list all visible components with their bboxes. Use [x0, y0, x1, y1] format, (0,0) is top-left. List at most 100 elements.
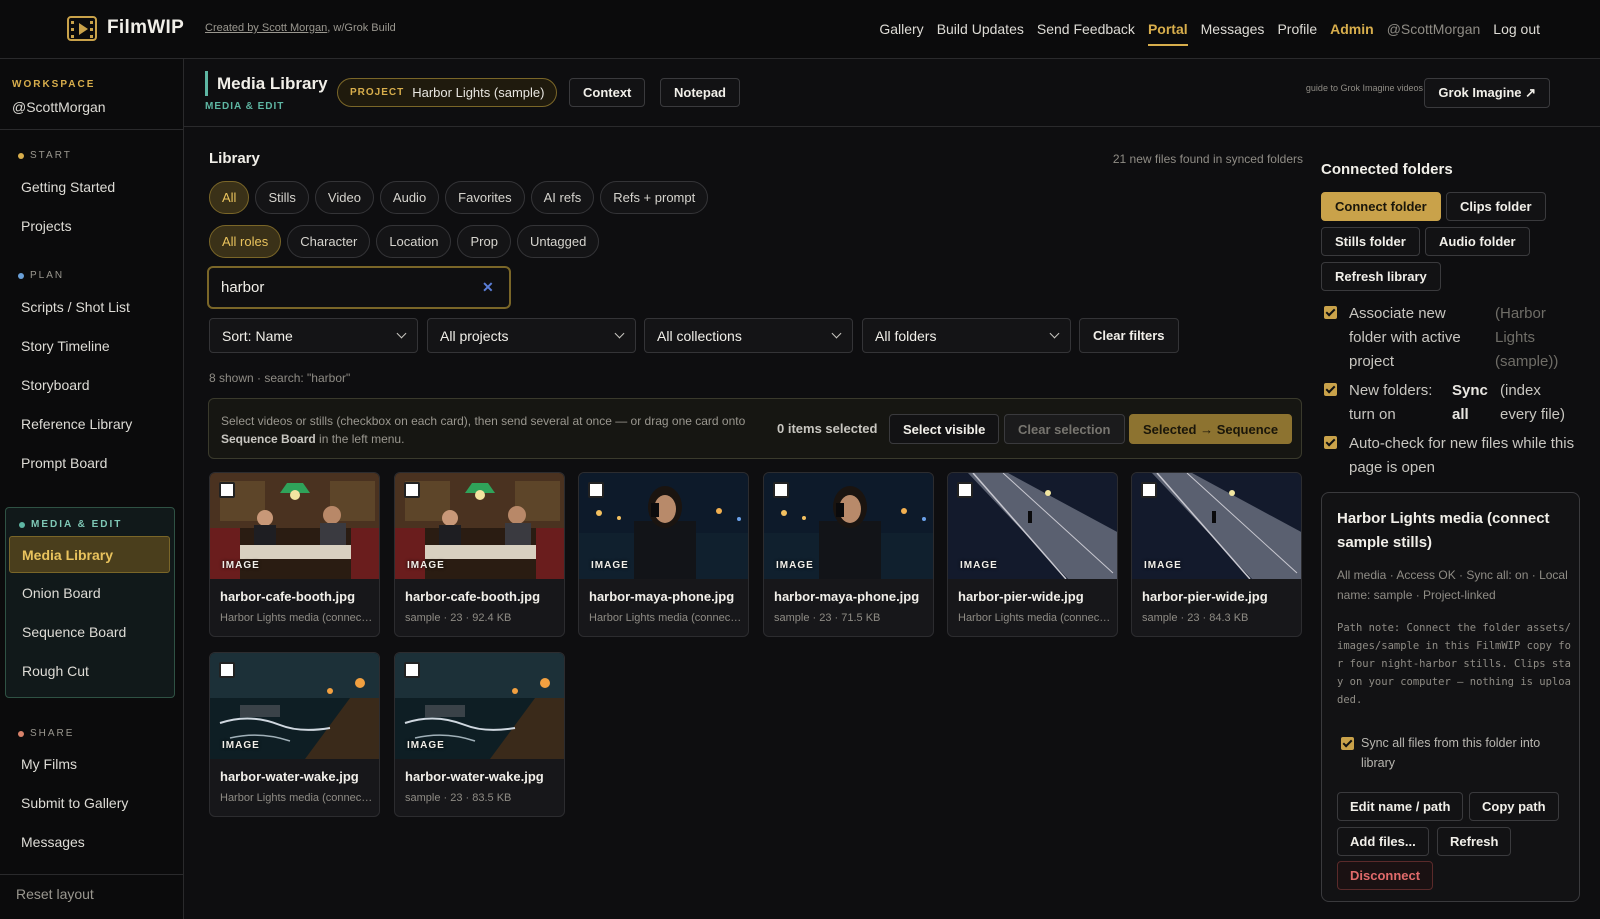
card-checkbox[interactable] — [588, 482, 604, 498]
card-filename: harbor-maya-phone.jpg — [774, 589, 920, 604]
card-filename: harbor-water-wake.jpg — [220, 769, 359, 784]
search-input[interactable] — [207, 266, 511, 309]
sidebar-item-submit-gallery[interactable]: Submit to Gallery — [21, 795, 128, 811]
card-type-tag: IMAGE — [222, 560, 260, 571]
folder-card-title: Harbor Lights media (connect sample stil… — [1337, 510, 1550, 551]
send-to-sequence-button[interactable]: Selected → Sequence — [1129, 414, 1293, 444]
nav-gallery[interactable]: Gallery — [879, 0, 923, 59]
chip-all-roles[interactable]: All roles — [209, 225, 282, 258]
library-title: Library — [209, 150, 260, 167]
section-share: SHARE — [18, 728, 74, 739]
chevron-down-icon — [396, 328, 407, 339]
media-card[interactable]: IMAGE harbor-water-wake.jpg Harbor Light… — [209, 652, 380, 817]
sidebar-item-projects[interactable]: Projects — [21, 218, 72, 234]
sort-select[interactable]: Sort: Name — [209, 318, 418, 353]
clear-filters-button[interactable]: Clear filters — [1079, 318, 1179, 353]
media-card[interactable]: IMAGE harbor-water-wake.jpg sample · 23 … — [394, 652, 565, 817]
card-checkbox[interactable] — [773, 482, 789, 498]
grok-guide-link[interactable]: guide to Grok Imagine videos — [1303, 83, 1423, 94]
select-visible-button[interactable]: Select visible — [889, 414, 1000, 444]
sidebar-item-messages[interactable]: Messages — [21, 834, 85, 850]
clear-selection-button[interactable]: Clear selection — [1004, 414, 1125, 444]
sidebar-item-onion-board[interactable]: Onion Board — [22, 585, 101, 601]
card-meta: Harbor Lights media (connect sample stil… — [958, 612, 1113, 624]
nav-admin[interactable]: Admin — [1330, 0, 1374, 59]
clear-search-icon[interactable]: ✕ — [482, 279, 494, 296]
chip-refs-prompt[interactable]: Refs + prompt — [600, 181, 709, 214]
sidebar-item-scripts[interactable]: Scripts / Shot List — [21, 299, 130, 315]
sync-folder-checkbox[interactable] — [1341, 737, 1354, 750]
sidebar-item-prompt-board[interactable]: Prompt Board — [21, 455, 107, 471]
chip-location[interactable]: Location — [376, 225, 452, 258]
copy-path-button[interactable]: Copy path — [1469, 792, 1559, 821]
auto-check-checkbox[interactable] — [1324, 436, 1337, 449]
card-checkbox[interactable] — [219, 482, 235, 498]
sidebar-item-story-timeline[interactable]: Story Timeline — [21, 338, 110, 354]
media-card[interactable]: IMAGE harbor-cafe-booth.jpg sample · 23 … — [394, 472, 565, 637]
nav-profile[interactable]: Profile — [1277, 0, 1317, 59]
app-name[interactable]: FilmWIP — [107, 17, 184, 39]
audio-folder-button[interactable]: Audio folder — [1425, 227, 1530, 256]
chip-ai-refs[interactable]: AI refs — [530, 181, 595, 214]
project-pill[interactable]: PROJECT Harbor Lights (sample) — [337, 78, 558, 107]
section-label: SHARE — [30, 728, 75, 739]
credit-link[interactable]: Created by Scott Morgan — [205, 22, 327, 34]
project-pill-value: Harbor Lights (sample) — [412, 85, 545, 100]
nav-send-feedback[interactable]: Send Feedback — [1037, 0, 1135, 59]
card-filename: harbor-pier-wide.jpg — [958, 589, 1084, 604]
nav-logout[interactable]: Log out — [1493, 0, 1540, 59]
sidebar-item-media-library[interactable]: Media Library — [9, 536, 170, 573]
card-type-tag: IMAGE — [407, 560, 445, 571]
card-meta: sample · 23 · 83.5 KB — [405, 792, 512, 804]
sidebar-item-label: Media Library — [22, 547, 114, 563]
notepad-button[interactable]: Notepad — [660, 78, 740, 107]
projects-select[interactable]: All projects — [427, 318, 636, 353]
card-checkbox[interactable] — [957, 482, 973, 498]
media-card[interactable]: IMAGE harbor-pier-wide.jpg Harbor Lights… — [947, 472, 1118, 637]
disconnect-button[interactable]: Disconnect — [1337, 861, 1434, 890]
chip-all[interactable]: All — [209, 181, 250, 214]
sidebar-item-rough-cut[interactable]: Rough Cut — [22, 663, 89, 679]
sidebar-item-sequence-board[interactable]: Sequence Board — [22, 624, 126, 640]
chip-character[interactable]: Character — [287, 225, 371, 258]
collections-select[interactable]: All collections — [644, 318, 853, 353]
nav-build-updates[interactable]: Build Updates — [937, 0, 1024, 59]
media-card[interactable]: IMAGE harbor-cafe-booth.jpg Harbor Light… — [209, 472, 380, 637]
refresh-library-button[interactable]: Refresh library — [1321, 262, 1441, 291]
card-checkbox[interactable] — [219, 662, 235, 678]
chip-audio[interactable]: Audio — [379, 181, 440, 214]
associate-folder-checkbox[interactable] — [1324, 306, 1337, 319]
card-checkbox[interactable] — [1141, 482, 1157, 498]
chip-stills[interactable]: Stills — [255, 181, 309, 214]
grok-imagine-button[interactable]: Grok Imagine ↗ — [1424, 78, 1550, 108]
folders-select-value: All folders — [875, 327, 937, 344]
card-checkbox[interactable] — [404, 482, 420, 498]
edit-name-path-button[interactable]: Edit name / path — [1337, 792, 1464, 821]
card-checkbox[interactable] — [404, 662, 420, 678]
film-logo-icon — [67, 16, 97, 41]
add-files-button[interactable]: Add files... — [1337, 827, 1429, 856]
sidebar-item-my-films[interactable]: My Films — [21, 756, 77, 772]
media-edit-group: MEDIA & EDIT Media Library Onion Board S… — [5, 507, 175, 698]
folders-select[interactable]: All folders — [862, 318, 1071, 353]
refresh-folder-button[interactable]: Refresh — [1437, 827, 1512, 856]
media-card[interactable]: IMAGE harbor-pier-wide.jpg sample · 23 ·… — [1131, 472, 1302, 637]
chip-video[interactable]: Video — [314, 181, 374, 214]
clips-folder-button[interactable]: Clips folder — [1446, 192, 1546, 221]
stills-folder-button[interactable]: Stills folder — [1321, 227, 1420, 256]
chip-favorites[interactable]: Favorites — [445, 181, 525, 214]
context-button[interactable]: Context — [569, 78, 646, 107]
sync-all-checkbox[interactable] — [1324, 383, 1337, 396]
media-card[interactable]: IMAGE harbor-maya-phone.jpg sample · 23 … — [763, 472, 934, 637]
nav-portal[interactable]: Portal — [1147, 0, 1188, 59]
credit-line: Created by Scott Morgan, w/Grok Build — [205, 22, 396, 34]
nav-messages[interactable]: Messages — [1201, 0, 1265, 59]
sidebar-item-getting-started[interactable]: Getting Started — [21, 179, 115, 195]
chip-prop[interactable]: Prop — [457, 225, 511, 258]
sidebar-item-storyboard[interactable]: Storyboard — [21, 377, 89, 393]
connect-folder-button[interactable]: Connect folder — [1321, 192, 1441, 221]
reset-layout-button[interactable]: Reset layout — [16, 886, 94, 902]
media-card[interactable]: IMAGE harbor-maya-phone.jpg Harbor Light… — [578, 472, 749, 637]
chip-untagged[interactable]: Untagged — [516, 225, 600, 258]
sidebar-item-reference-library[interactable]: Reference Library — [21, 416, 132, 432]
